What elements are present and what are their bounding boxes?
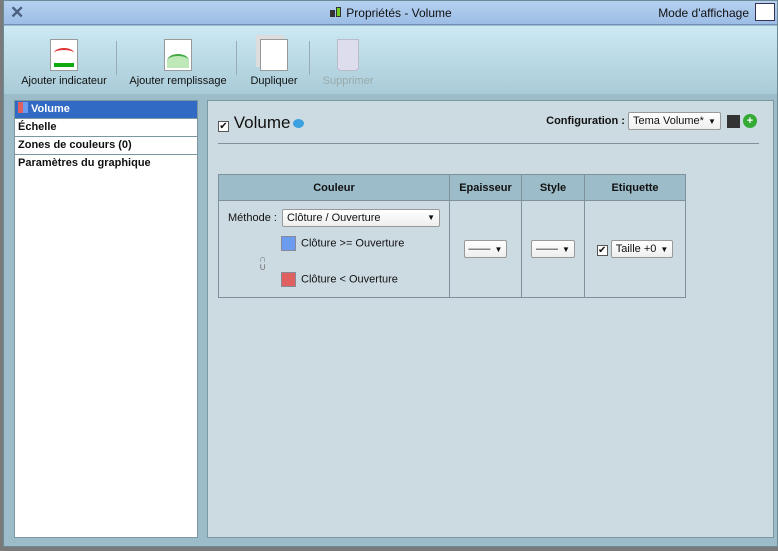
color-up-label: Clôture >= Ouverture [301, 237, 405, 250]
column-header-style: Style [521, 174, 585, 201]
toolbar-separator [116, 41, 117, 75]
color-up-swatch[interactable] [281, 236, 296, 251]
trash-icon [337, 39, 359, 71]
display-mode-label[interactable]: Mode d'affichage [658, 6, 749, 20]
style-select[interactable]: —— ▼ [531, 240, 575, 258]
config-value: Tema Volume* [633, 115, 704, 127]
save-icon[interactable] [726, 114, 740, 128]
label-size-select[interactable]: Taille +0 ▼ [610, 240, 674, 258]
column-header-label: Etiquette [584, 174, 686, 201]
add-fill-label: Ajouter remplissage [129, 75, 227, 87]
sidebar-item-color-zones[interactable]: Zones de couleurs (0) [15, 137, 197, 155]
add-fill-icon [164, 39, 192, 71]
settings-table: Couleur Epaisseur Style Etiquette Méthod… [218, 174, 686, 298]
color-down-swatch[interactable] [281, 272, 296, 287]
config-select[interactable]: Tema Volume* ▼ [628, 112, 721, 130]
properties-window: ✕ Propriétés - Volume Mode d'affichage A… [3, 0, 778, 547]
label-checkbox[interactable]: ✔ [596, 244, 608, 256]
method-value: Clôture / Ouverture [286, 212, 381, 224]
add-fill-button[interactable]: Ajouter remplissage [128, 39, 228, 87]
color-down-label: Clôture < Ouverture [301, 273, 398, 286]
volume-enabled-checkbox[interactable]: ✔ [218, 121, 229, 132]
thickness-select[interactable]: —— ▼ [463, 240, 508, 258]
link-icon[interactable]: ∩ ∪ [259, 255, 266, 273]
sidebar-item-scale[interactable]: Échelle [15, 119, 197, 137]
method-select[interactable]: Clôture / Ouverture ▼ [281, 209, 440, 227]
divider [218, 143, 759, 144]
sidebar-item-label: Volume [31, 103, 70, 115]
toolbar: Ajouter indicateur Ajouter remplissage D… [4, 26, 777, 94]
eye-icon[interactable] [755, 3, 775, 21]
info-bubble-icon[interactable] [293, 119, 305, 128]
label-size-value: Taille +0 [615, 243, 657, 255]
duplicate-icon [260, 39, 288, 71]
chevron-down-icon: ▼ [707, 117, 716, 126]
duplicate-button[interactable]: Dupliquer [246, 39, 302, 87]
window-title: Propriétés - Volume [346, 6, 452, 20]
add-icon[interactable]: + [743, 114, 757, 128]
color-up-row: Clôture >= Ouverture [281, 236, 404, 251]
column-header-color: Couleur [218, 174, 450, 201]
sidebar-list: Volume Échelle Zones de couleurs (0) Par… [14, 100, 198, 538]
sidebar-item-volume[interactable]: Volume [15, 101, 197, 119]
toolbar-separator [236, 41, 237, 75]
chevron-down-icon: ▼ [427, 213, 435, 222]
chevron-down-icon: ▼ [494, 245, 503, 254]
chevron-down-icon: ▼ [562, 245, 570, 254]
style-value: —— [536, 243, 559, 255]
color-down-row: Clôture < Ouverture [281, 272, 398, 287]
thickness-value: —— [468, 243, 491, 255]
toolbar-separator [309, 41, 310, 75]
config-label: Configuration : [546, 114, 625, 127]
column-header-thickness: Epaisseur [449, 174, 522, 201]
title-bar: ✕ Propriétés - Volume Mode d'affichage [4, 1, 777, 25]
delete-button[interactable]: Supprimer [318, 39, 378, 87]
sidebar-item-chart-params[interactable]: Paramètres du graphique [15, 155, 197, 173]
volume-swatch-icon [18, 102, 28, 113]
add-indicator-icon [50, 39, 78, 71]
chevron-down-icon: ▼ [660, 245, 669, 254]
add-indicator-label: Ajouter indicateur [21, 75, 107, 87]
delete-label: Supprimer [322, 75, 374, 87]
candlestick-icon [329, 6, 343, 19]
settings-panel: ✔ Volume Configuration : Tema Volume* ▼ +… [207, 100, 774, 538]
panel-title: Volume [233, 113, 291, 132]
duplicate-label: Dupliquer [250, 75, 298, 87]
method-label: Méthode : [228, 211, 277, 224]
add-indicator-button[interactable]: Ajouter indicateur [20, 39, 108, 87]
